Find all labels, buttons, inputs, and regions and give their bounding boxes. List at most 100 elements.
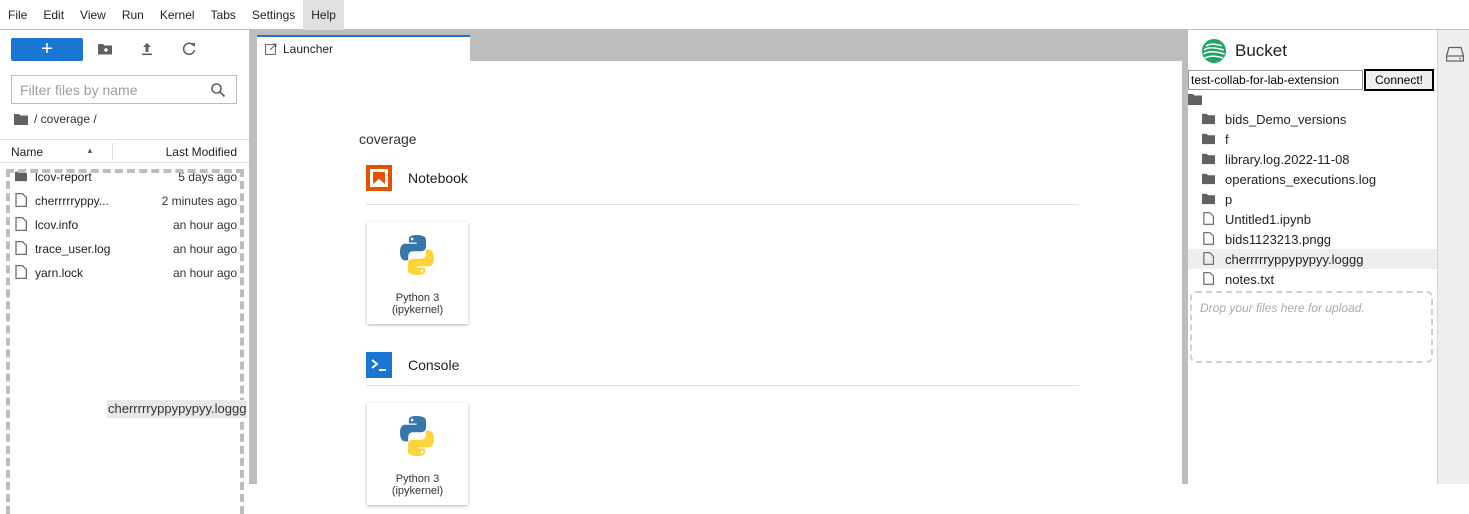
list-item[interactable]: trace_user.log an hour ago bbox=[0, 236, 249, 260]
kernel-label: Python 3 (ipykernel) bbox=[391, 292, 444, 316]
menu-help[interactable]: Help bbox=[303, 0, 344, 30]
tab-label: Launcher bbox=[283, 42, 334, 56]
last-modified-column-header[interactable]: Last Modified bbox=[166, 145, 237, 159]
launcher-cwd: coverage bbox=[359, 131, 417, 147]
file-icon bbox=[1203, 232, 1214, 245]
search-icon bbox=[211, 82, 226, 97]
file-modified: an hour ago bbox=[172, 242, 237, 256]
menu-tabs[interactable]: Tabs bbox=[203, 0, 244, 30]
bucket-logo-icon bbox=[1202, 39, 1226, 63]
name-column-header[interactable]: Name bbox=[11, 145, 43, 159]
folder-icon[interactable] bbox=[14, 113, 28, 125]
console-section-title: Console bbox=[408, 357, 460, 373]
section-divider bbox=[366, 204, 1079, 205]
list-item[interactable]: library.log.2022-11-08 bbox=[1188, 149, 1437, 169]
menu-edit[interactable]: Edit bbox=[35, 0, 72, 30]
folder-icon[interactable] bbox=[1188, 93, 1202, 105]
item-name: bids1123213.pngg bbox=[1225, 232, 1332, 247]
notebook-section-header: Notebook bbox=[366, 165, 468, 191]
right-sidebar-rail bbox=[1437, 30, 1469, 484]
list-item[interactable]: yarn.lock an hour ago bbox=[0, 260, 249, 284]
file-name: lcov-report bbox=[35, 170, 92, 184]
item-name: cherrrrryppypypyy.loggg bbox=[1225, 252, 1364, 267]
refresh-icon[interactable] bbox=[180, 40, 198, 58]
folder-icon bbox=[1202, 133, 1215, 145]
launcher-panel: coverage Notebook Python 3 (ipykernel) Co… bbox=[257, 61, 1182, 505]
list-item[interactable]: operations_executions.log bbox=[1188, 169, 1437, 189]
column-divider bbox=[112, 143, 113, 160]
list-item[interactable]: bids1123213.pngg bbox=[1188, 229, 1437, 249]
folder-icon bbox=[1202, 173, 1215, 185]
new-folder-icon[interactable] bbox=[96, 40, 114, 58]
file-icon bbox=[1203, 272, 1214, 285]
upload-placeholder: Drop your files here for upload. bbox=[1200, 301, 1365, 315]
filter-files-field[interactable] bbox=[11, 75, 237, 104]
list-item[interactable]: p bbox=[1188, 189, 1437, 209]
sort-ascending-icon[interactable]: ▲ bbox=[86, 146, 94, 155]
list-item[interactable]: notes.txt bbox=[1188, 269, 1437, 289]
notebook-icon bbox=[366, 165, 392, 191]
file-icon bbox=[1203, 252, 1214, 265]
bucket-file-list: bids_Demo_versions f library.log.2022-11… bbox=[1188, 109, 1437, 289]
menu-view[interactable]: View bbox=[72, 0, 114, 30]
bucket-name-input[interactable] bbox=[1188, 70, 1363, 90]
menu-file[interactable]: File bbox=[0, 0, 35, 30]
file-name: cherrrrryppy... bbox=[35, 194, 109, 208]
menu-run[interactable]: Run bbox=[114, 0, 152, 30]
breadcrumb: / coverage / bbox=[14, 112, 97, 126]
console-section-header: Console bbox=[366, 352, 459, 378]
file-icon bbox=[1203, 212, 1214, 225]
main-dock-area: Launcher coverage Notebook Python 3 (ipyk… bbox=[256, 30, 1183, 505]
file-icon bbox=[15, 241, 27, 255]
list-item[interactable]: cherrrrryppy... 2 minutes ago bbox=[0, 188, 249, 212]
item-name: p bbox=[1225, 192, 1233, 207]
folder-icon bbox=[15, 171, 27, 182]
left-panel-splitter[interactable] bbox=[249, 30, 256, 484]
file-modified: an hour ago bbox=[172, 218, 237, 232]
upload-icon[interactable] bbox=[138, 40, 156, 58]
item-name: bids_Demo_versions bbox=[1225, 112, 1347, 127]
file-modified: 2 minutes ago bbox=[161, 194, 237, 208]
console-python3-card[interactable]: Python 3 (ipykernel) bbox=[367, 403, 468, 505]
launcher-icon bbox=[265, 43, 277, 55]
file-icon bbox=[15, 193, 27, 207]
menu-bar: File Edit View Run Kernel Tabs Settings … bbox=[0, 0, 1469, 30]
item-name: f bbox=[1225, 132, 1229, 147]
file-name: yarn.lock bbox=[35, 266, 84, 280]
item-name: notes.txt bbox=[1225, 272, 1275, 287]
bucket-panel: Bucket Connect! bids_Demo_versions f lib… bbox=[1188, 30, 1437, 484]
file-name: trace_user.log bbox=[35, 242, 111, 256]
console-icon bbox=[366, 352, 392, 378]
notebook-section-title: Notebook bbox=[408, 170, 468, 186]
upload-drop-zone[interactable]: Drop your files here for upload. bbox=[1190, 291, 1433, 363]
list-item-selected[interactable]: cherrrrryppypypyy.loggg bbox=[1188, 249, 1437, 269]
file-icon bbox=[15, 265, 27, 279]
file-name: lcov.info bbox=[35, 218, 79, 232]
folder-icon bbox=[1202, 153, 1215, 165]
tab-launcher[interactable]: Launcher bbox=[257, 35, 470, 61]
list-item[interactable]: bids_Demo_versions bbox=[1188, 109, 1437, 129]
filter-files-input[interactable] bbox=[20, 81, 210, 98]
python-logo-icon bbox=[400, 416, 434, 456]
folder-icon bbox=[1202, 193, 1215, 205]
menu-kernel[interactable]: Kernel bbox=[152, 0, 203, 30]
file-modified: an hour ago bbox=[172, 266, 237, 280]
drag-ghost-label: cherrrrryppypypyy.loggg bbox=[107, 400, 248, 418]
new-launcher-button[interactable]: + bbox=[11, 38, 83, 61]
item-name: operations_executions.log bbox=[1225, 172, 1377, 187]
list-item[interactable]: Untitled1.ipynb bbox=[1188, 209, 1437, 229]
breadcrumb-path[interactable]: / coverage / bbox=[34, 112, 97, 126]
list-item[interactable]: lcov.info an hour ago bbox=[0, 212, 249, 236]
file-browser: + / coverage / Name ▲ Last Modified lcov… bbox=[0, 30, 249, 514]
menu-settings[interactable]: Settings bbox=[244, 0, 303, 30]
notebook-python3-card[interactable]: Python 3 (ipykernel) bbox=[367, 222, 468, 324]
list-item[interactable]: f bbox=[1188, 129, 1437, 149]
python-logo-icon bbox=[400, 235, 434, 275]
list-item[interactable]: lcov-report 5 days ago bbox=[0, 164, 249, 188]
bucket-title: Bucket bbox=[1235, 41, 1287, 60]
item-name: Untitled1.ipynb bbox=[1225, 212, 1311, 227]
file-list: lcov-report 5 days ago cherrrrryppy... 2… bbox=[0, 164, 249, 284]
drive-icon[interactable] bbox=[1446, 46, 1464, 62]
connect-button[interactable]: Connect! bbox=[1364, 69, 1434, 91]
file-icon bbox=[15, 217, 27, 231]
